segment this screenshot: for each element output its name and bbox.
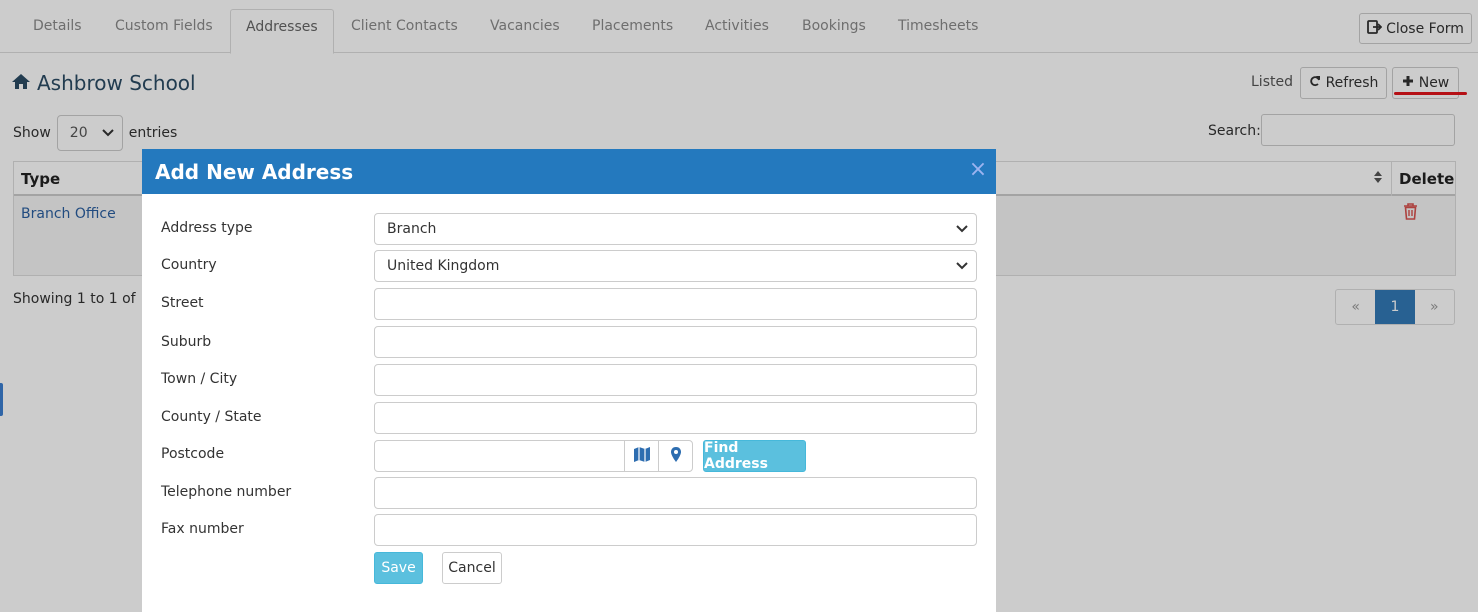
street-label: Street (161, 295, 204, 311)
fax-input[interactable] (374, 514, 977, 546)
add-address-modal: Add New Address × Address type Branch Co… (142, 149, 996, 612)
telephone-input[interactable] (374, 477, 977, 509)
postcode-input[interactable] (374, 440, 625, 472)
country-select[interactable]: United Kingdom (374, 250, 977, 282)
country-value: United Kingdom (387, 258, 500, 274)
chevron-down-icon (956, 258, 968, 274)
town-city-input[interactable] (374, 364, 977, 396)
address-type-select[interactable]: Branch (374, 213, 977, 245)
modal-title: Add New Address (155, 160, 354, 184)
postcode-label: Postcode (161, 446, 225, 462)
save-button[interactable]: Save (374, 552, 423, 584)
suburb-label: Suburb (161, 334, 212, 350)
close-icon[interactable]: × (968, 159, 988, 181)
modal-header: Add New Address × (142, 149, 996, 194)
address-type-value: Branch (387, 221, 437, 237)
county-state-label: County / State (161, 409, 262, 425)
street-input[interactable] (374, 288, 977, 320)
fax-label: Fax number (161, 521, 244, 537)
find-address-button[interactable]: Find Address (703, 440, 806, 472)
country-label: Country (161, 257, 217, 273)
locate-button[interactable] (658, 440, 693, 472)
map-button[interactable] (624, 440, 659, 472)
county-state-input[interactable] (374, 402, 977, 434)
cancel-button[interactable]: Cancel (442, 552, 502, 584)
map-marker-icon (670, 446, 682, 467)
chevron-down-icon (956, 221, 968, 237)
address-type-label: Address type (161, 220, 253, 236)
map-icon (633, 446, 651, 467)
suburb-input[interactable] (374, 326, 977, 358)
telephone-label: Telephone number (161, 484, 292, 500)
town-city-label: Town / City (161, 371, 238, 387)
